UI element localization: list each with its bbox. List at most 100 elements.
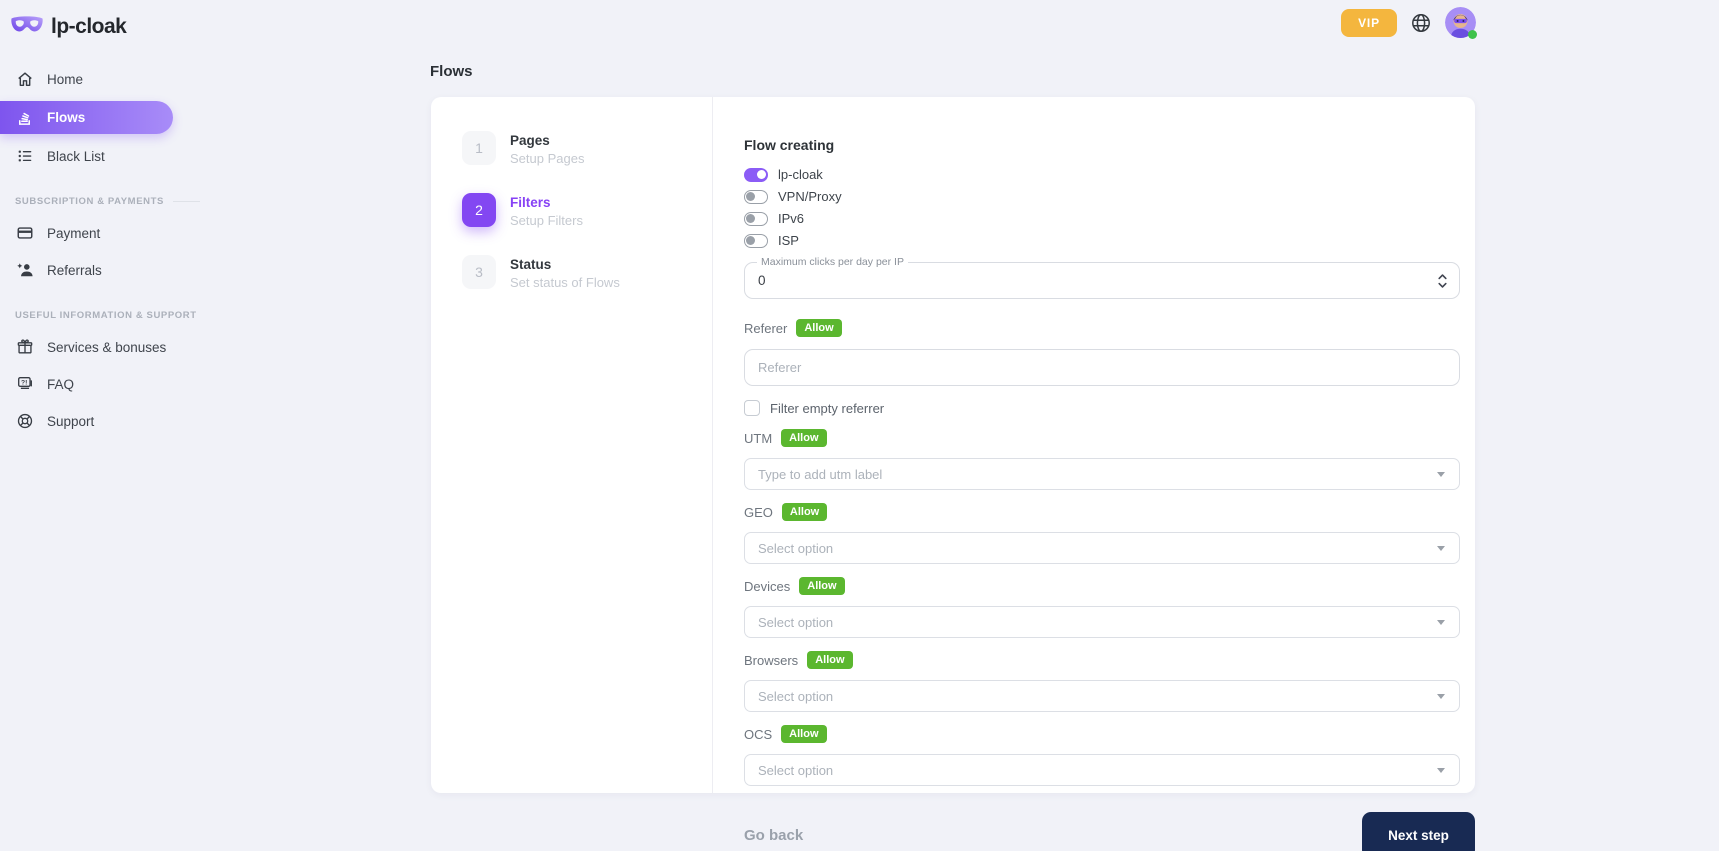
sidebar-item-payment[interactable]: Payment (0, 218, 210, 248)
blacklist-icon (15, 147, 34, 166)
devices-label-row: Devices Allow (744, 577, 1475, 595)
page-title: Flows (430, 63, 473, 80)
step-title: Filters (510, 195, 583, 210)
globe-icon[interactable] (1409, 11, 1433, 35)
utm-input[interactable] (745, 459, 1425, 489)
select-placeholder: Select option (758, 615, 833, 630)
sidebar-nav: Home Flows Black List SUBSCRIPTION & PAY… (0, 64, 210, 436)
sidebar-item-label: Payment (47, 226, 100, 241)
sidebar: lp-cloak Home Flows Black List SUBSCRIPT… (0, 0, 210, 436)
sidebar-item-home[interactable]: Home (0, 64, 210, 94)
referer-label: Referer (744, 321, 787, 336)
sidebar-item-label: Services & bonuses (47, 340, 166, 355)
sidebar-item-faq[interactable]: ?! FAQ (0, 369, 210, 399)
geo-select[interactable]: Select option (744, 532, 1460, 564)
topbar: VIP (1341, 7, 1476, 38)
sidebar-section-subscription: SUBSCRIPTION & PAYMENTS (0, 196, 210, 207)
sidebar-item-label: Referrals (47, 263, 102, 278)
step-subtitle: Set status of Flows (510, 275, 620, 290)
utm-label: UTM (744, 431, 772, 446)
toggle-knob (746, 214, 755, 223)
flow-card: 1 Pages Setup Pages 2 Filters Setup Filt… (431, 97, 1475, 793)
referer-allow-badge[interactable]: Allow (796, 319, 841, 337)
max-clicks-input[interactable] (745, 263, 1423, 298)
chevron-down-icon (1437, 546, 1445, 551)
stepper: 1 Pages Setup Pages 2 Filters Setup Filt… (431, 97, 713, 793)
sidebar-item-referrals[interactable]: Referrals (0, 255, 210, 285)
browsers-allow-badge[interactable]: Allow (807, 651, 852, 669)
filter-empty-referrer-checkbox[interactable] (744, 400, 760, 416)
sidebar-item-flows[interactable]: Flows (0, 101, 173, 134)
geo-allow-badge[interactable]: Allow (782, 503, 827, 521)
sidebar-item-label: Flows (47, 110, 85, 125)
lifebuoy-icon (15, 412, 34, 431)
ocs-label: OCS (744, 727, 772, 742)
toggle-row-isp: ISP (744, 233, 1475, 248)
filter-empty-referrer-row: Filter empty referrer (744, 400, 1475, 416)
browsers-label: Browsers (744, 653, 798, 668)
devices-select[interactable]: Select option (744, 606, 1460, 638)
credit-card-icon (15, 224, 34, 243)
flows-icon (15, 108, 34, 127)
faq-bubble-icon: ?! (15, 375, 34, 394)
sidebar-item-support[interactable]: Support (0, 406, 210, 436)
step-number[interactable]: 3 (462, 255, 496, 289)
toggle-label: IPv6 (778, 211, 804, 226)
referer-input[interactable] (744, 349, 1460, 386)
referer-label-row: Referer Allow (744, 319, 1475, 337)
browsers-label-row: Browsers Allow (744, 651, 1475, 669)
step-number[interactable]: 1 (462, 131, 496, 165)
toggle-label: lp-cloak (778, 167, 823, 182)
max-clicks-field: Maximum clicks per day per IP (744, 262, 1460, 299)
step-subtitle: Setup Pages (510, 151, 584, 166)
toggle-knob (746, 192, 755, 201)
section-rule (173, 201, 200, 202)
avatar[interactable] (1445, 7, 1476, 38)
brand-logo[interactable]: lp-cloak (0, 0, 210, 42)
ipv6-toggle[interactable] (744, 212, 768, 226)
devices-allow-badge[interactable]: Allow (799, 577, 844, 595)
step-filters: 2 Filters Setup Filters (431, 193, 712, 228)
step-title: Pages (510, 133, 584, 148)
sidebar-item-services[interactable]: Services & bonuses (0, 332, 210, 362)
isp-toggle[interactable] (744, 234, 768, 248)
utm-combo[interactable] (744, 458, 1460, 490)
form-title: Flow creating (744, 137, 1475, 153)
utm-allow-badge[interactable]: Allow (781, 429, 826, 447)
vpn-proxy-toggle[interactable] (744, 190, 768, 204)
ocs-label-row: OCS Allow (744, 725, 1475, 743)
go-back-button[interactable]: Go back (744, 827, 803, 844)
step-subtitle: Setup Filters (510, 213, 583, 228)
next-step-button[interactable]: Next step (1362, 812, 1475, 851)
step-pages: 1 Pages Setup Pages (431, 131, 712, 166)
lp-cloak-toggle[interactable] (744, 168, 768, 182)
geo-label-row: GEO Allow (744, 503, 1475, 521)
sidebar-item-label: Home (47, 72, 83, 87)
checkbox-label: Filter empty referrer (770, 401, 884, 416)
toggle-knob (757, 170, 766, 179)
vip-button[interactable]: VIP (1341, 9, 1397, 37)
geo-label: GEO (744, 505, 773, 520)
step-status: 3 Status Set status of Flows (431, 255, 712, 290)
toggle-knob (746, 236, 755, 245)
toggle-row-lp-cloak: lp-cloak (744, 167, 1475, 182)
ocs-select[interactable]: Select option (744, 754, 1460, 786)
toggle-row-ipv6: IPv6 (744, 211, 1475, 226)
chevron-down-icon (1437, 694, 1445, 699)
devices-label: Devices (744, 579, 790, 594)
form-actions: Go back Next step (744, 812, 1475, 851)
sidebar-item-black-list[interactable]: Black List (0, 141, 210, 171)
number-stepper-arrows[interactable] (1437, 272, 1448, 295)
section-title: USEFUL INFORMATION & SUPPORT (15, 310, 197, 321)
section-title: SUBSCRIPTION & PAYMENTS (15, 196, 164, 207)
mask-icon (10, 14, 44, 40)
browsers-select[interactable]: Select option (744, 680, 1460, 712)
chevron-down-icon (1437, 620, 1445, 625)
ocs-allow-badge[interactable]: Allow (781, 725, 826, 743)
svg-text:?!: ?! (21, 379, 27, 386)
home-icon (15, 70, 34, 89)
toggle-label: ISP (778, 233, 799, 248)
sidebar-item-label: Black List (47, 149, 105, 164)
toggle-row-vpn-proxy: VPN/Proxy (744, 189, 1475, 204)
step-number[interactable]: 2 (462, 193, 496, 227)
